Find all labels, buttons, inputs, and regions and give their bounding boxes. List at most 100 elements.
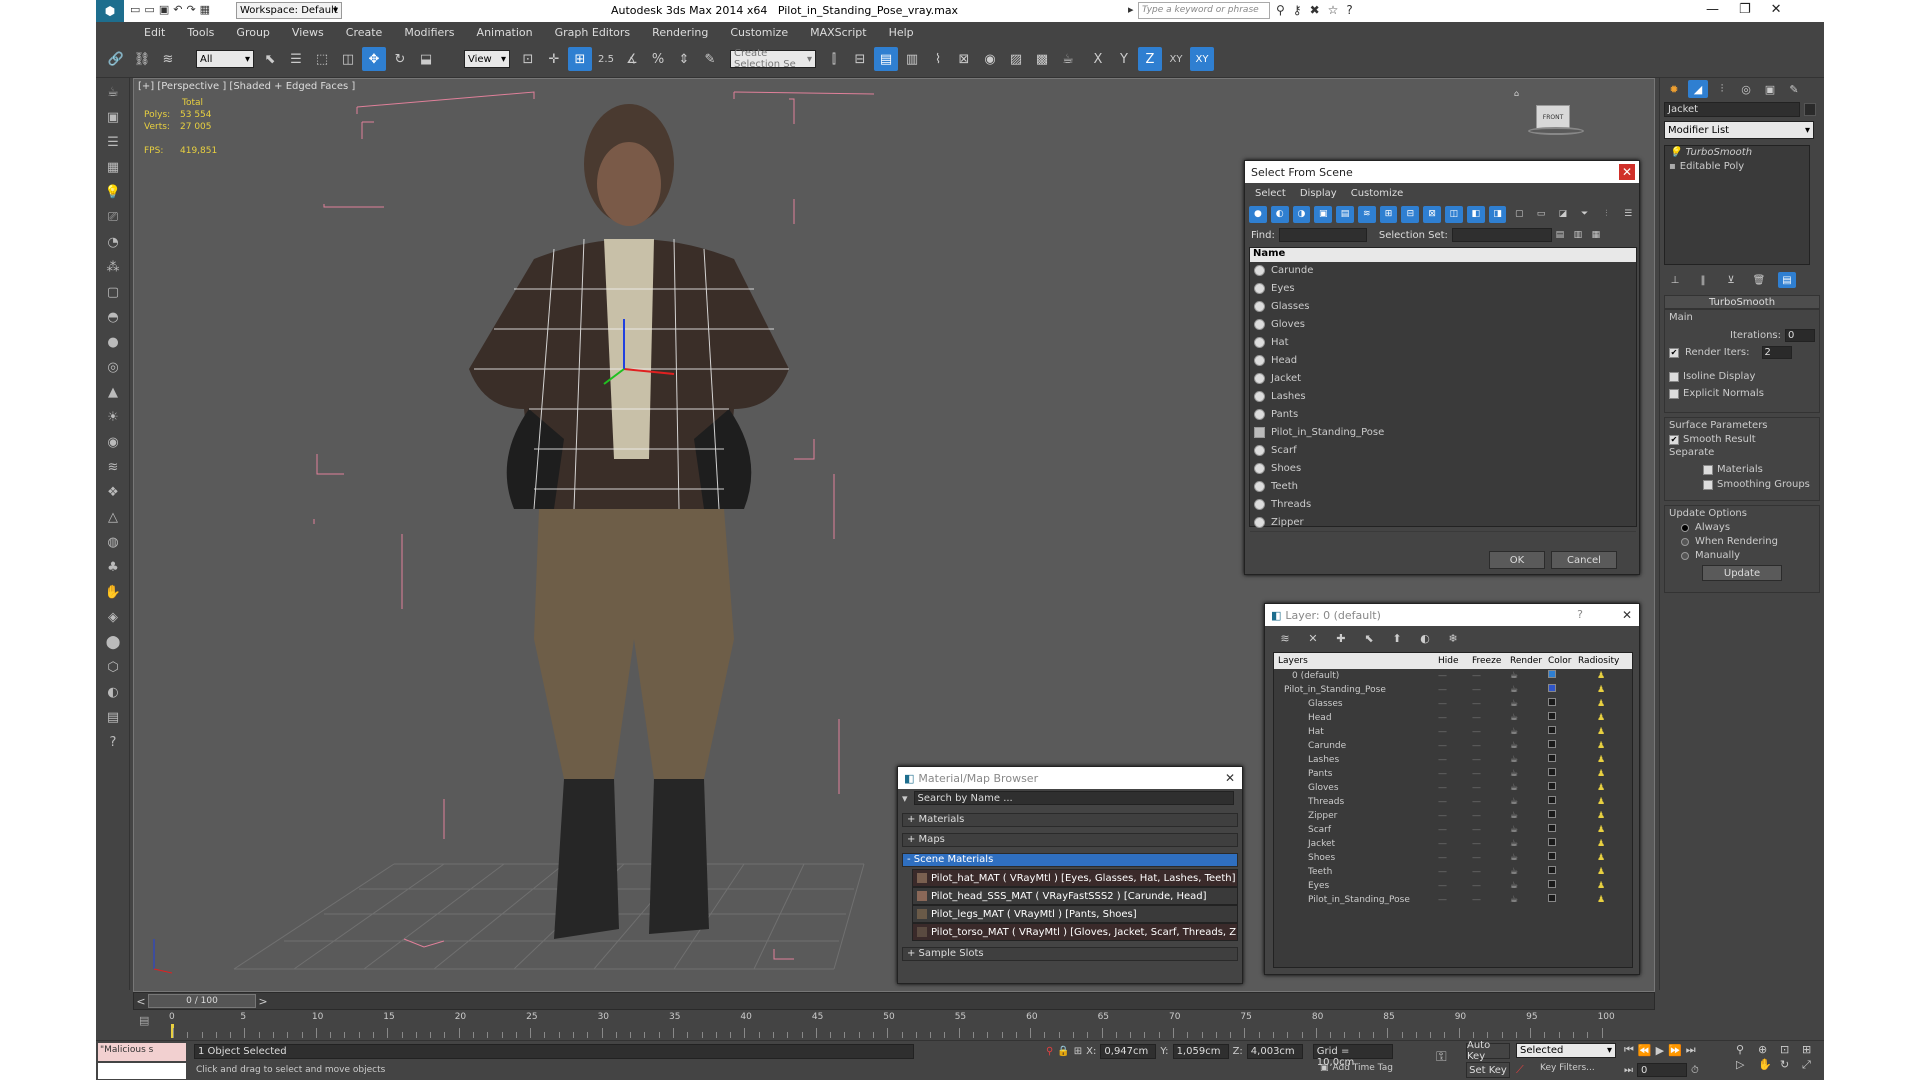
- particles-icon[interactable]: ⁂: [101, 256, 125, 278]
- freeze-toggle-icon[interactable]: —: [1472, 839, 1510, 849]
- material-item[interactable]: Pilot_head_SSS_MAT ( VRayFastSSS2 ) [Car…: [912, 887, 1238, 905]
- selected-keys-dropdown[interactable]: Selected ▾: [1516, 1043, 1616, 1058]
- orbit-icon[interactable]: ↻: [1780, 1058, 1800, 1072]
- freeze-toggle-icon[interactable]: —: [1472, 727, 1510, 737]
- hide-toggle-icon[interactable]: —: [1438, 797, 1472, 807]
- next-key-icon[interactable]: ⏩: [1668, 1044, 1682, 1057]
- layer-row[interactable]: Lashes — — ☕ ♟: [1274, 753, 1632, 767]
- hide-toggle-icon[interactable]: —: [1438, 741, 1472, 751]
- pilot-figure[interactable]: [469, 104, 789, 939]
- hide-toggle-icon[interactable]: —: [1438, 671, 1472, 681]
- layer-row[interactable]: Scarf — — ☕ ♟: [1274, 823, 1632, 837]
- play-icon[interactable]: ▶: [1656, 1044, 1664, 1057]
- display-hidden-icon[interactable]: ◨: [1488, 205, 1507, 223]
- hemisphere-icon[interactable]: ◓: [101, 306, 125, 328]
- stack-item[interactable]: ▪ Editable Poly: [1665, 160, 1809, 174]
- time-tag-icon[interactable]: ▣: [1320, 1063, 1329, 1073]
- close-icon[interactable]: ✕: [1619, 164, 1635, 180]
- layer-color-swatch[interactable]: [1548, 740, 1556, 748]
- named-selection-dropdown[interactable]: Create Selection Se ▾: [730, 48, 816, 70]
- separate-smoothing-checkbox[interactable]: [1703, 479, 1713, 490]
- freeze-toggle-icon[interactable]: —: [1472, 769, 1510, 779]
- bind-spacewarp-icon[interactable]: ≋: [156, 47, 180, 71]
- dome-icon[interactable]: ◉: [101, 431, 125, 453]
- turbosmooth-rollout-header[interactable]: TurboSmooth: [1664, 295, 1820, 309]
- menu-customize[interactable]: Customize: [730, 26, 788, 39]
- iterations-spinner[interactable]: 0: [1785, 329, 1815, 342]
- axis-y-button[interactable]: Y: [1112, 47, 1136, 71]
- freeze-toggle-icon[interactable]: —: [1472, 671, 1510, 681]
- x-coordinate-field[interactable]: 0,947cm: [1100, 1044, 1157, 1059]
- new-file-icon[interactable]: ▭: [130, 3, 140, 16]
- remove-modifier-icon[interactable]: 🗑: [1750, 272, 1768, 288]
- time-config-icon[interactable]: ⏱: [1691, 1065, 1699, 1076]
- select-move-icon[interactable]: ✥: [362, 47, 386, 71]
- close-icon[interactable]: ✕: [1619, 607, 1635, 623]
- hide-toggle-icon[interactable]: —: [1438, 755, 1472, 765]
- radiosity-icon[interactable]: ♟: [1578, 769, 1624, 779]
- layer-color-swatch[interactable]: [1548, 824, 1556, 832]
- sfs-menu-select[interactable]: Select: [1255, 188, 1286, 199]
- box-icon[interactable]: ▢: [101, 281, 125, 303]
- always-radio[interactable]: [1681, 523, 1689, 532]
- filter-icon[interactable]: ⏷: [1576, 206, 1594, 223]
- layer-row[interactable]: Hat — — ☕ ♟: [1274, 725, 1632, 739]
- layer-color-swatch[interactable]: [1548, 684, 1556, 692]
- render-toggle-icon[interactable]: ☕: [1510, 881, 1548, 891]
- lock-icon[interactable]: 🔒: [1057, 1046, 1069, 1057]
- render-toggle-icon[interactable]: ☕: [1510, 783, 1548, 793]
- layer-color-swatch[interactable]: [1548, 880, 1556, 888]
- cone-icon[interactable]: ▲: [101, 381, 125, 403]
- material-item[interactable]: Pilot_torso_MAT ( VRayMtl ) [Gloves, Jac…: [912, 923, 1238, 941]
- add-to-layer-icon[interactable]: ✚: [1331, 629, 1351, 647]
- axis-xy-plane-button[interactable]: XY: [1190, 47, 1214, 71]
- mirror-icon[interactable]: ⫿: [822, 47, 846, 71]
- remove-selection-set-icon[interactable]: ▦: [1588, 228, 1604, 242]
- manipulate-icon[interactable]: ⊞: [568, 47, 592, 71]
- layer-list[interactable]: Layers Hide Freeze Render Color Radiosit…: [1273, 652, 1633, 968]
- layer-manager-icon[interactable]: ▤: [874, 47, 898, 71]
- cancel-button[interactable]: Cancel: [1551, 551, 1617, 569]
- freeze-toggle-icon[interactable]: —: [1472, 755, 1510, 765]
- update-button[interactable]: Update: [1702, 565, 1782, 581]
- zoom-all-icon[interactable]: ⊕: [1758, 1043, 1778, 1056]
- display-frozen-icon[interactable]: ◧: [1466, 205, 1485, 223]
- select-by-name-icon[interactable]: ☰: [284, 47, 308, 71]
- render-iters-spinner[interactable]: 2: [1761, 346, 1792, 359]
- freeze-toggle-icon[interactable]: —: [1472, 713, 1510, 723]
- close-icon[interactable]: ✕: [1222, 770, 1238, 786]
- list-item[interactable]: Jacket: [1250, 370, 1636, 388]
- radiosity-icon[interactable]: ♟: [1578, 825, 1624, 835]
- layer-color-swatch[interactable]: [1548, 838, 1556, 846]
- close-icon[interactable]: ✕: [1771, 2, 1782, 17]
- zoom-extents-all-icon[interactable]: ⊞: [1802, 1043, 1822, 1056]
- key-mode-toggle-icon[interactable]: ⏭: [1624, 1065, 1633, 1076]
- group-scene-materials[interactable]: - Scene Materials: [902, 853, 1238, 867]
- select-rotate-icon[interactable]: ↻: [388, 47, 412, 71]
- exchange-icon[interactable]: ✖: [1310, 3, 1320, 17]
- layer-color-swatch[interactable]: [1548, 726, 1556, 734]
- material-item[interactable]: Pilot_legs_MAT ( VRayMtl ) [Pants, Shoes…: [912, 905, 1238, 923]
- align-icon[interactable]: ⊟: [848, 47, 872, 71]
- layer-color-swatch[interactable]: [1548, 894, 1556, 902]
- list-item[interactable]: Head: [1250, 352, 1636, 370]
- menu-rendering[interactable]: Rendering: [652, 26, 708, 39]
- radiosity-icon[interactable]: ♟: [1578, 811, 1624, 821]
- menu-animation[interactable]: Animation: [477, 26, 533, 39]
- move-gizmo-icon[interactable]: ✛: [542, 47, 566, 71]
- render-toggle-icon[interactable]: ☕: [1510, 839, 1548, 849]
- layer-row[interactable]: Gloves — — ☕ ♟: [1274, 781, 1632, 795]
- axis-xy-button[interactable]: XY: [1164, 47, 1188, 71]
- save-icon[interactable]: ▣: [159, 3, 169, 16]
- modify-tab-icon[interactable]: ◢: [1688, 80, 1708, 98]
- grid-icon[interactable]: ▦: [101, 156, 125, 178]
- manually-radio[interactable]: [1681, 551, 1689, 560]
- image-icon[interactable]: ▣: [101, 106, 125, 128]
- maximize-viewport-icon[interactable]: ⤢: [1802, 1058, 1822, 1072]
- hide-toggle-icon[interactable]: —: [1438, 867, 1472, 877]
- layer-row[interactable]: Eyes — — ☕ ♟: [1274, 879, 1632, 893]
- radiosity-icon[interactable]: ♟: [1578, 727, 1624, 737]
- camera-icon[interactable]: ⎚: [101, 206, 125, 228]
- render-iters-checkbox[interactable]: ✔: [1669, 347, 1679, 358]
- mb-icon[interactable]: ◈: [101, 606, 125, 628]
